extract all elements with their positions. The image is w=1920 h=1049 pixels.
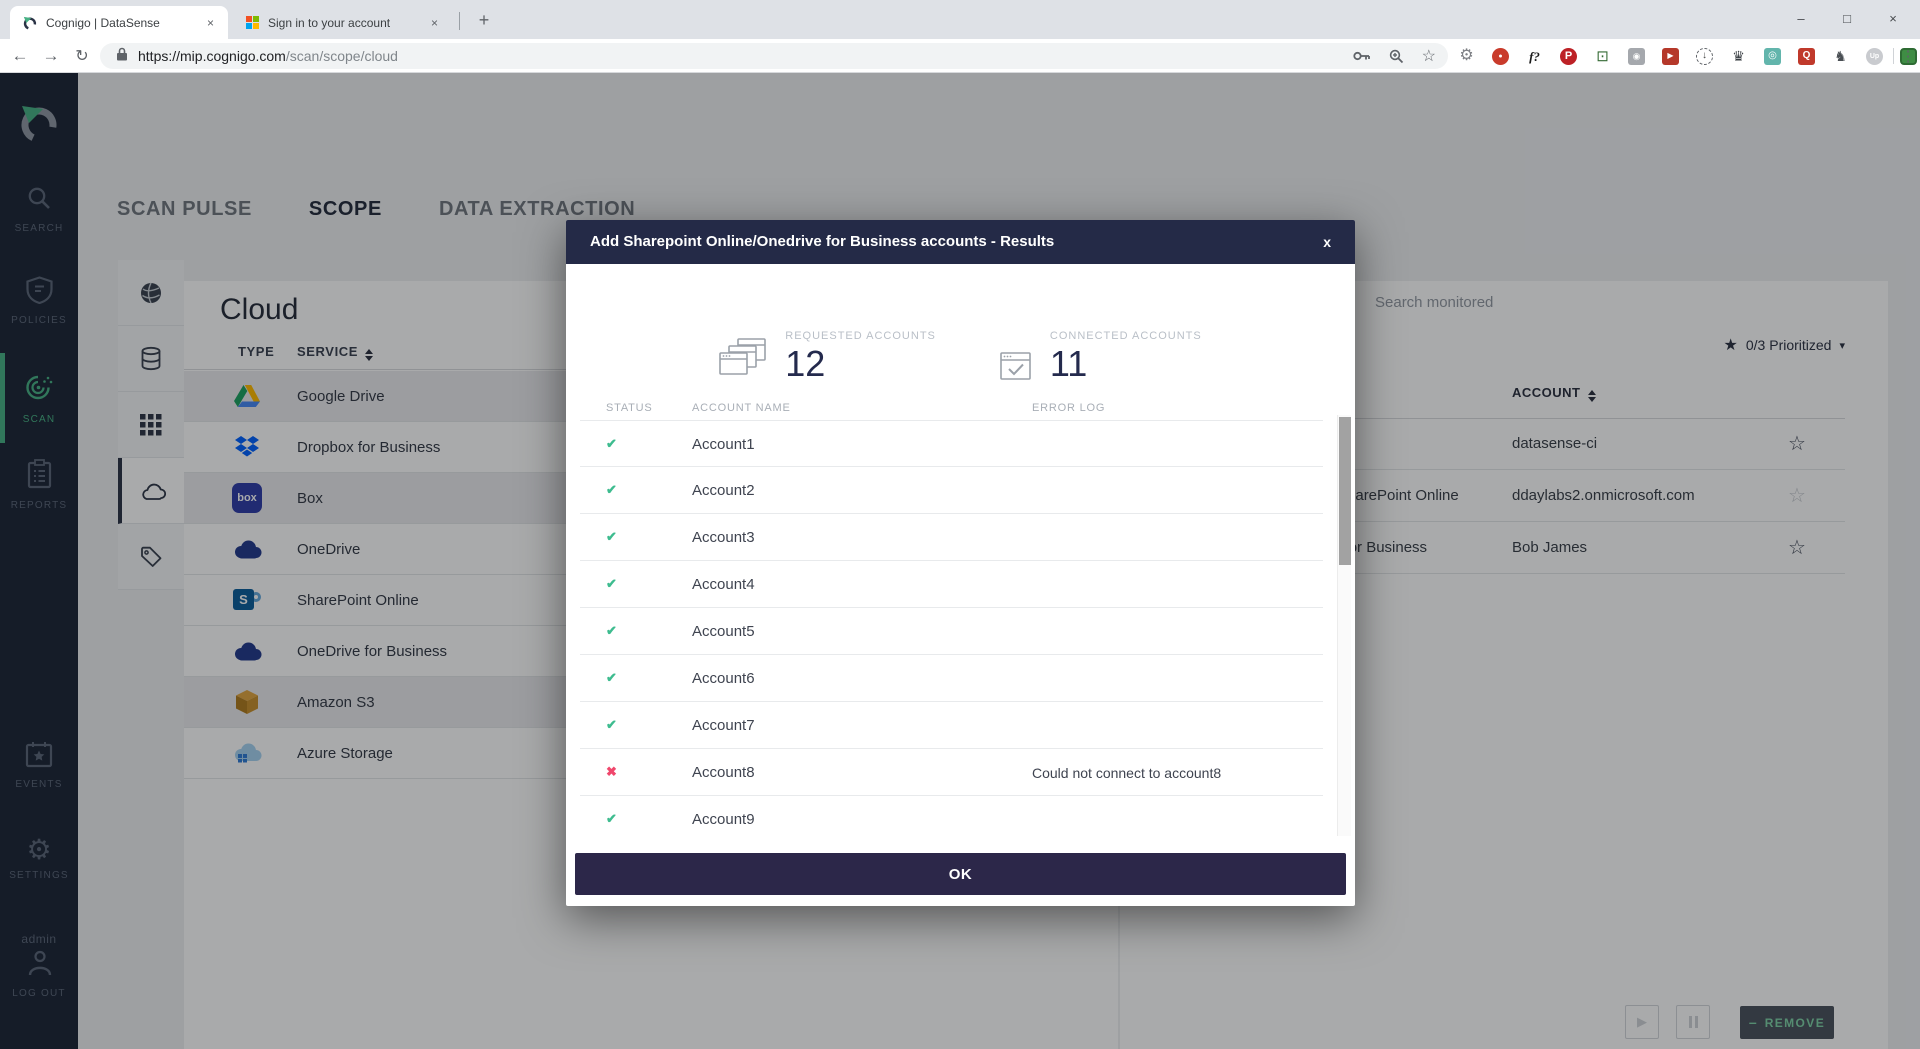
status-icon: ✔ <box>606 811 617 826</box>
grabber-extension-icon[interactable]: ♛ <box>1730 48 1747 65</box>
window-minimize-button[interactable]: – <box>1790 11 1812 26</box>
result-row: ✔ Account2 <box>580 467 1323 514</box>
column-header-status: STATUS <box>606 402 653 414</box>
address-bar[interactable]: https://mip.cognigo.com/scan/scope/cloud… <box>100 43 1448 69</box>
camera-extension-icon[interactable]: ◉ <box>1628 47 1645 65</box>
account-name: Account6 <box>692 670 755 687</box>
account-name: Account7 <box>692 717 755 734</box>
column-header-error-log: ERROR LOG <box>1032 402 1106 414</box>
scrollbar-thumb[interactable] <box>1339 417 1351 565</box>
account-name: Account2 <box>692 482 755 499</box>
stat-value: 12 <box>785 343 826 384</box>
downloader-extension-icon[interactable]: ↓ <box>1696 47 1713 65</box>
lock-icon <box>116 47 128 66</box>
result-row: ✖ Account8 Could not connect to account8 <box>580 749 1323 796</box>
browser-tab-cognigo[interactable]: Cognigo | DataSense × <box>10 6 228 39</box>
browser-toolbar: ← → ↻ https://mip.cognigo.com/scan/scope… <box>0 39 1920 73</box>
url-path: /scan/scope/cloud <box>285 48 398 64</box>
gear-extension-icon[interactable]: ⚙ <box>1458 48 1475 65</box>
error-log: Could not connect to account8 <box>1032 765 1222 781</box>
status-icon: ✔ <box>606 717 617 732</box>
results-table: ✔ Account1 ✔ Account2 ✔ Account3 ✔ Accou… <box>566 420 1337 836</box>
status-icon: ✔ <box>606 482 617 497</box>
requested-accounts-stat: REQUESTED ACCOUNTS 12 <box>719 330 936 382</box>
account-name: Account3 <box>692 529 755 546</box>
dialog-header: Add Sharepoint Online/Onedrive for Busin… <box>566 220 1355 264</box>
checked-window-icon <box>1000 352 1031 380</box>
password-key-icon[interactable] <box>1353 50 1371 62</box>
status-icon: ✔ <box>606 670 617 685</box>
window-close-button[interactable]: × <box>1882 11 1904 26</box>
result-row: ✔ Account5 <box>580 608 1323 655</box>
up-extension-icon[interactable]: Up <box>1866 47 1883 65</box>
tab-close-icon[interactable]: × <box>203 14 218 32</box>
browser-menu-icon[interactable]: ⋮ <box>1899 42 1917 70</box>
account-name: Account4 <box>692 576 755 593</box>
zoom-icon[interactable] <box>1389 49 1404 64</box>
close-icon[interactable]: x <box>1319 220 1335 264</box>
dialog-stats: REQUESTED ACCOUNTS 12 CONNECTED ACCOUNTS… <box>566 284 1355 388</box>
result-row: ✔ Account3 <box>580 514 1323 561</box>
microsoft-favicon-icon <box>244 15 260 31</box>
ok-button[interactable]: OK <box>575 853 1346 895</box>
bookmark-star-icon[interactable]: ☆ <box>1422 46 1436 66</box>
account-name: Account9 <box>692 811 755 828</box>
video-speed-extension-icon[interactable]: ▶ <box>1662 47 1679 65</box>
stacked-windows-icon <box>719 338 767 375</box>
url-text: https://mip.cognigo.com/scan/scope/cloud <box>138 48 1335 64</box>
result-row: ✔ Account4 <box>580 561 1323 608</box>
browser-chrome: Cognigo | DataSense × Sign in to your ac… <box>0 0 1920 73</box>
screenshot-extension-icon[interactable]: ⊡ <box>1594 48 1611 65</box>
window-controls: – □ × <box>1790 0 1920 36</box>
adblock-extension-icon[interactable]: ● <box>1492 47 1509 65</box>
browser-tab-signin[interactable]: Sign in to your account × <box>232 6 452 39</box>
screen: Cognigo | DataSense × Sign in to your ac… <box>0 0 1920 1049</box>
url-origin: https://mip.cognigo.com <box>138 48 286 64</box>
stat-label: CONNECTED ACCOUNTS <box>1049 330 1202 342</box>
tab-separator <box>459 12 460 30</box>
result-row: ✔ Account6 <box>580 655 1323 702</box>
account-name: Account5 <box>692 623 755 640</box>
q-extension-icon[interactable]: Q <box>1798 47 1815 65</box>
account-name: Account1 <box>692 436 755 453</box>
tab-strip: Cognigo | DataSense × Sign in to your ac… <box>0 0 1920 39</box>
dialog-title: Add Sharepoint Online/Onedrive for Busin… <box>590 233 1055 250</box>
dialog-scrollbar[interactable] <box>1337 415 1351 836</box>
window-maximize-button[interactable]: □ <box>1836 11 1858 26</box>
cognigo-favicon-icon <box>22 15 38 31</box>
stat-label: REQUESTED ACCOUNTS <box>785 330 936 342</box>
reload-button[interactable]: ↻ <box>68 42 96 70</box>
back-button[interactable]: ← <box>6 42 34 70</box>
font-finder-extension-icon[interactable]: f? <box>1526 48 1543 65</box>
result-row: ✔ Account7 <box>580 702 1323 749</box>
pinterest-extension-icon[interactable]: P <box>1560 47 1577 65</box>
tab-title: Cognigo | DataSense <box>46 15 160 30</box>
stat-value: 11 <box>1049 343 1088 384</box>
status-icon: ✔ <box>606 576 617 591</box>
status-icon: ✔ <box>606 436 617 451</box>
add-accounts-results-dialog: Add Sharepoint Online/Onedrive for Busin… <box>566 220 1355 906</box>
tab-title: Sign in to your account <box>268 15 391 30</box>
status-icon: ✖ <box>606 764 617 779</box>
status-icon: ✔ <box>606 529 617 544</box>
column-header-account-name: ACCOUNT NAME <box>692 402 791 414</box>
tab-close-icon[interactable]: × <box>427 14 442 32</box>
account-name: Account8 <box>692 764 755 781</box>
dark-extension-icon[interactable]: ♞ <box>1832 48 1849 65</box>
result-row: ✔ Account1 <box>580 420 1323 467</box>
teal-extension-icon[interactable]: ◎ <box>1764 47 1781 65</box>
toolbar-separator <box>1893 48 1894 64</box>
forward-button[interactable]: → <box>37 42 65 70</box>
status-icon: ✔ <box>606 623 617 638</box>
connected-accounts-stat: CONNECTED ACCOUNTS 11 <box>1000 330 1202 382</box>
result-row: ✔ Account9 <box>580 796 1323 836</box>
new-tab-button[interactable]: + <box>470 6 498 34</box>
extensions-bar: ⚙ ● f? P ⊡ ◉ ▶ ↓ ♛ ◎ Q ♞ Up <box>1458 44 1917 68</box>
